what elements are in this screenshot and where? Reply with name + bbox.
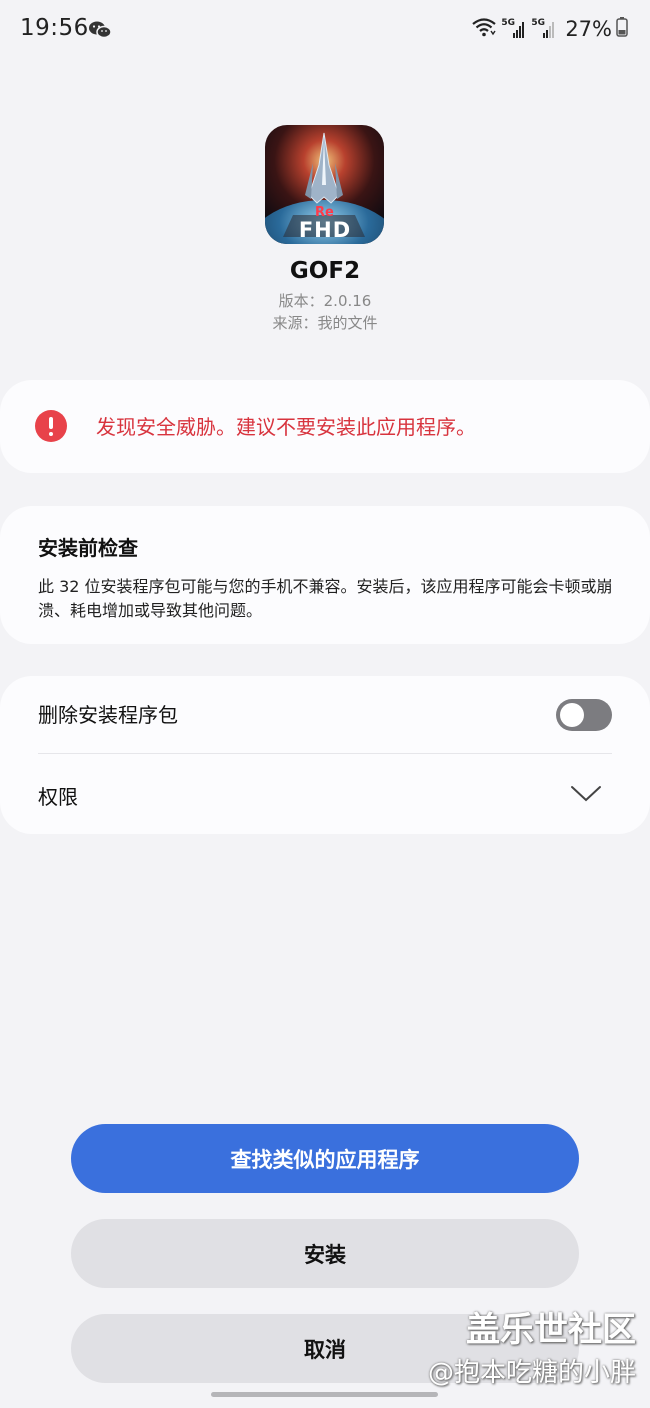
status-bar: 19:56 5G 5G 27% [0,0,650,60]
chevron-down-icon[interactable] [570,785,602,807]
app-source: 来源：我的文件 [272,314,378,332]
permissions-label: 权限 [38,785,78,809]
pre-install-check-card: 安装前检查 此 32 位安装程序包可能与您的手机不兼容。安装后，该应用程序可能会… [0,506,650,644]
security-warning-card: 发现安全威胁。建议不要安装此应用程序。 [0,380,650,473]
battery-percentage: 27% [565,17,612,41]
install-options-card: 删除安装程序包 权限 [0,676,650,834]
delete-package-toggle[interactable] [556,699,612,731]
pre-install-check-title: 安装前检查 [38,536,138,560]
install-button[interactable]: 安装 [71,1219,579,1288]
divider [38,753,612,754]
warning-icon [35,410,67,442]
signal-icon: 5G [501,18,527,40]
network-type-label: 5G [531,18,545,28]
network-type-label: 5G [501,18,515,28]
home-indicator[interactable] [211,1392,438,1397]
status-indicators: 5G 5G 27% [471,16,628,42]
signal-icon: 5G [531,18,557,40]
permissions-row[interactable]: 权限 [38,755,612,833]
watermark-author: @抱本吃糖的小胖 [427,1358,636,1388]
security-warning-text: 发现安全威胁。建议不要安装此应用程序。 [96,415,476,439]
watermark-community: 盖乐世社区 [466,1310,636,1350]
app-name: GOF2 [289,258,361,284]
wechat-icon [88,20,112,44]
app-icon: Re FHD [265,125,384,244]
status-time: 19:56 [20,15,89,41]
delete-package-row[interactable]: 删除安装程序包 [38,676,612,754]
app-version: 版本：2.0.16 [278,292,372,310]
app-icon-title: FHD [298,218,352,242]
battery-icon [616,17,628,41]
wifi-icon [471,16,497,42]
find-similar-apps-button[interactable]: 查找类似的应用程序 [71,1124,579,1193]
pre-install-check-body: 此 32 位安装程序包可能与您的手机不兼容。安装后，该应用程序可能会卡顿或崩溃、… [38,577,613,620]
toggle-knob [560,703,584,727]
delete-package-label: 删除安装程序包 [38,703,178,727]
